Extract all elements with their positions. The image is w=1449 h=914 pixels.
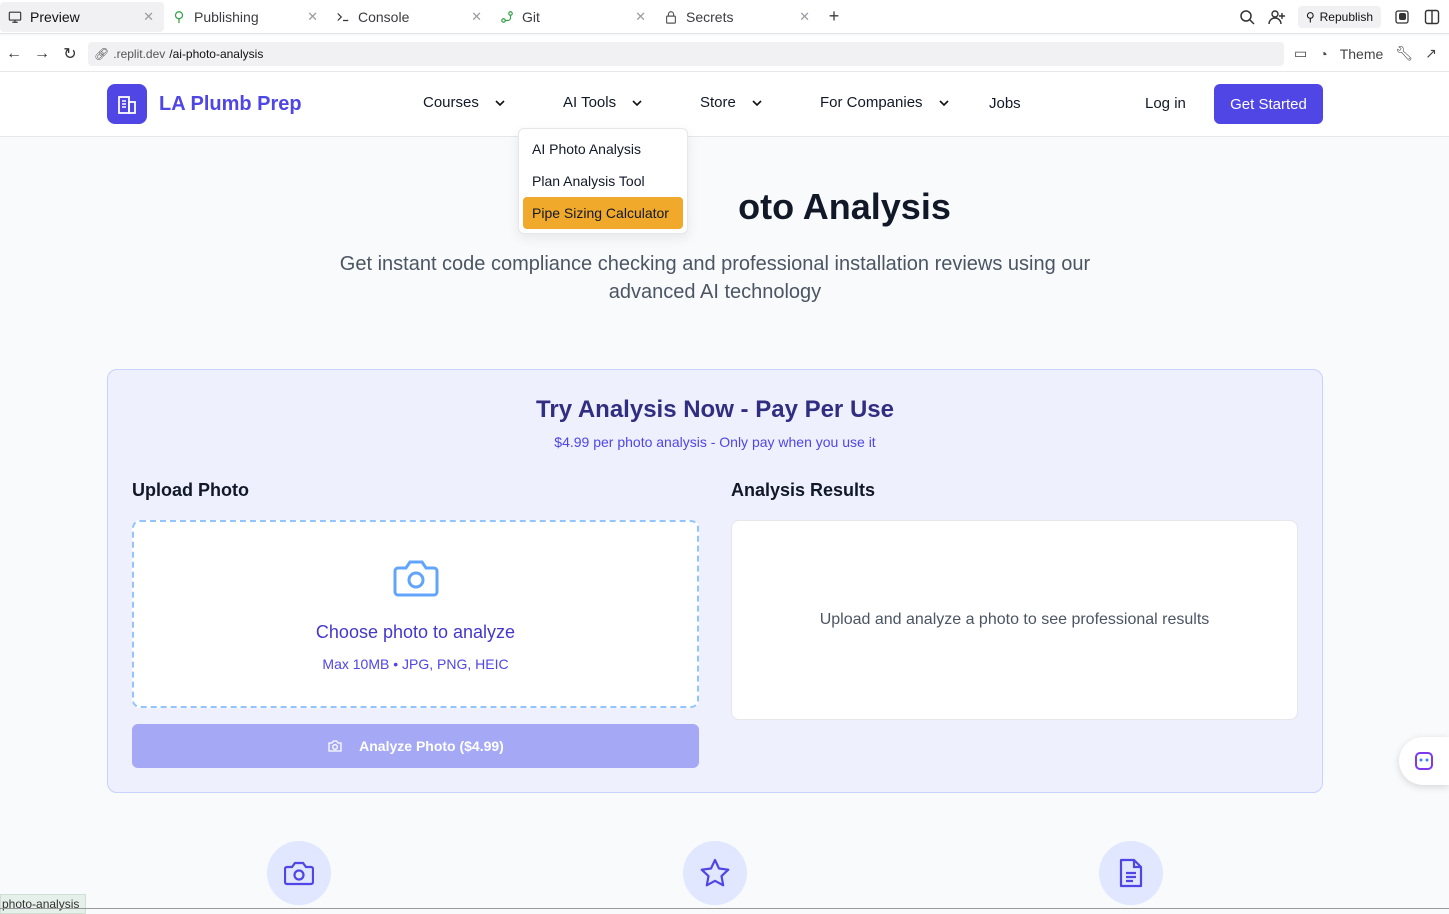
- divider: [0, 908, 1449, 909]
- devices-icon[interactable]: ▭: [1294, 45, 1307, 62]
- external-link-icon[interactable]: ↗: [1425, 45, 1437, 62]
- chevron-down-icon: [632, 99, 642, 106]
- url-input[interactable]: 🔗︎ .replit.dev/ai-photo-analysis: [88, 41, 1284, 66]
- analysis-card: Try Analysis Now - Pay Per Use $4.99 per…: [107, 369, 1323, 793]
- close-icon[interactable]: ✕: [471, 9, 482, 25]
- document-icon: [1119, 858, 1143, 888]
- tab-preview[interactable]: Preview ✕: [0, 1, 164, 32]
- card-subtitle: $4.99 per photo analysis - Only pay when…: [554, 434, 876, 450]
- nav-courses[interactable]: Courses: [423, 94, 507, 111]
- invite-user-icon[interactable]: [1268, 8, 1286, 26]
- card-title: Try Analysis Now - Pay Per Use: [536, 396, 894, 423]
- menu-item-pipe-sizing-calculator[interactable]: Pipe Sizing Calculator: [523, 197, 683, 229]
- tab-label: Secrets: [686, 8, 734, 25]
- page-title: oto Analysis: [738, 186, 951, 227]
- terminal-icon: [337, 12, 349, 21]
- choose-photo-label: Choose photo to analyze: [315, 622, 516, 642]
- republish-button[interactable]: ⚲ Republish: [1297, 5, 1381, 28]
- file-limits-label: Max 10MB • JPG, PNG, HEIC: [322, 656, 509, 672]
- tab-git[interactable]: Git ✕: [492, 2, 656, 32]
- publishing-icon: [174, 10, 184, 23]
- nav-ai-tools[interactable]: AI Tools: [563, 94, 644, 111]
- tab-publishing[interactable]: Publishing ✕: [164, 2, 328, 32]
- menu-item-plan-analysis-tool[interactable]: Plan Analysis Tool: [523, 165, 683, 197]
- chevron-down-icon: [938, 99, 949, 106]
- close-icon[interactable]: ✕: [143, 9, 154, 25]
- chevron-down-icon: [752, 99, 762, 106]
- monitor-icon: [8, 11, 22, 23]
- menu-item-ai-photo-analysis[interactable]: AI Photo Analysis: [523, 133, 683, 165]
- close-icon[interactable]: ✕: [635, 9, 646, 25]
- feature-star: [683, 841, 747, 905]
- brand-logo[interactable]: LA Plumb Prep: [107, 84, 302, 124]
- palette-icon[interactable]: ◔: [1319, 46, 1327, 62]
- assistant-widget-button[interactable]: [1399, 737, 1449, 785]
- feature-camera: [267, 841, 331, 905]
- page-subtitle: Get instant code compliance checking and…: [339, 253, 1091, 303]
- reload-icon[interactable]: ↻: [56, 44, 84, 64]
- tab-label: Publishing: [194, 8, 259, 25]
- nav-jobs[interactable]: Jobs: [989, 95, 1021, 112]
- forward-arrow-icon[interactable]: →: [28, 45, 56, 63]
- brand-name: LA Plumb Prep: [159, 92, 302, 115]
- camera-icon: [328, 740, 342, 752]
- tab-label: Preview: [30, 8, 80, 25]
- theme-button[interactable]: Theme: [1340, 46, 1384, 62]
- star-icon: [700, 858, 730, 887]
- close-icon[interactable]: ✕: [799, 9, 810, 25]
- link-icon: 🔗︎: [94, 46, 110, 61]
- back-arrow-icon[interactable]: ←: [0, 45, 28, 63]
- get-started-button[interactable]: Get Started: [1214, 84, 1323, 124]
- theme-toggle-icon[interactable]: [1393, 8, 1411, 26]
- ai-tools-dropdown: AI Photo Analysis Plan Analysis Tool Pip…: [518, 128, 688, 234]
- add-tab-button[interactable]: +: [820, 6, 848, 27]
- tab-label: Console: [358, 8, 410, 25]
- results-placeholder: Upload and analyze a photo to see profes…: [819, 611, 1210, 628]
- git-icon: [501, 10, 513, 23]
- tab-console[interactable]: Console ✕: [328, 2, 492, 32]
- photo-dropzone[interactable]: Choose photo to analyze Max 10MB • JPG, …: [132, 520, 699, 708]
- workspace-tabbar: Preview ✕ Publishing ✕ Console ✕ Git ✕ S…: [0, 0, 1449, 34]
- camera-icon: [393, 560, 439, 597]
- feature-document: [1099, 841, 1163, 905]
- close-icon[interactable]: ✕: [307, 9, 318, 25]
- tab-label: Git: [522, 8, 540, 25]
- assistant-icon: [1415, 752, 1433, 770]
- split-pane-icon[interactable]: [1423, 8, 1441, 26]
- status-url: photo-analysis: [0, 894, 87, 914]
- nav-for-companies[interactable]: For Companies: [820, 94, 951, 111]
- results-heading: Analysis Results: [731, 480, 876, 500]
- building-icon: [107, 84, 147, 124]
- analyze-photo-button[interactable]: Analyze Photo ($4.99): [132, 724, 699, 768]
- wrench-icon[interactable]: 🔧︎: [1395, 45, 1413, 62]
- republish-icon: ⚲: [1305, 9, 1315, 24]
- lock-icon: [666, 10, 676, 24]
- preview-urlbar: ← → ↻ 🔗︎ .replit.dev/ai-photo-analysis ▭…: [0, 36, 1449, 72]
- nav-store[interactable]: Store: [700, 94, 764, 111]
- search-icon[interactable]: [1238, 8, 1256, 26]
- camera-icon: [284, 861, 314, 886]
- tab-secrets[interactable]: Secrets ✕: [656, 2, 820, 32]
- upload-heading: Upload Photo: [132, 480, 249, 500]
- site-header: LA Plumb Prep Courses AI Tools Store For…: [0, 72, 1449, 137]
- login-link[interactable]: Log in: [1145, 95, 1186, 112]
- chevron-down-icon: [495, 99, 505, 106]
- results-panel: Upload and analyze a photo to see profes…: [731, 520, 1298, 720]
